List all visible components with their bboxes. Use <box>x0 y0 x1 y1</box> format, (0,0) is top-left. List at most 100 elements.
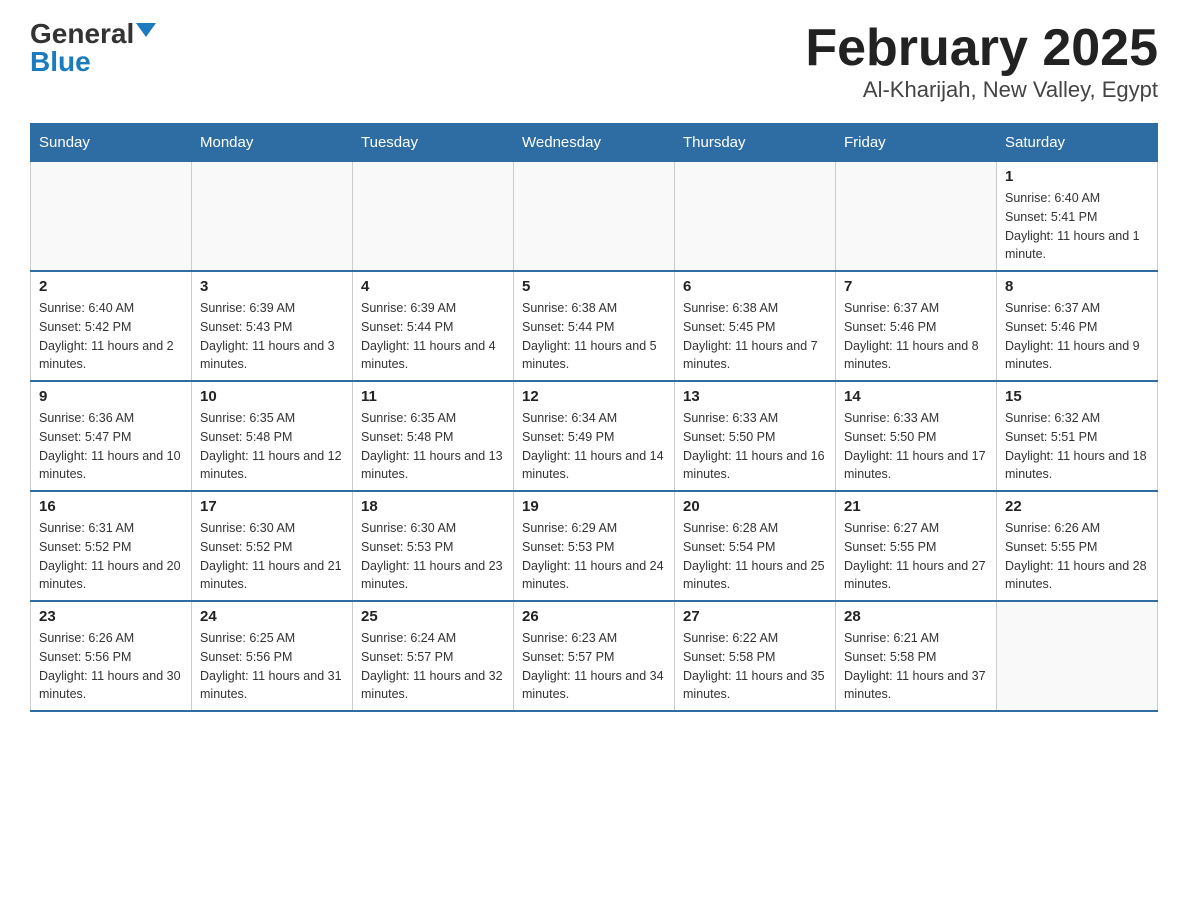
header-day: Monday <box>192 124 353 162</box>
calendar-cell <box>353 162 514 272</box>
calendar-cell: 21 Sunrise: 6:27 AMSunset: 5:55 PMDayligh… <box>836 491 997 601</box>
day-number: 21 <box>844 498 988 515</box>
day-number: 19 <box>522 498 666 515</box>
logo-text-blue: Blue <box>30 48 91 76</box>
logo-text-general: General <box>30 20 134 48</box>
calendar-cell: 13 Sunrise: 6:33 AMSunset: 5:50 PMDayligh… <box>675 381 836 491</box>
day-info: Sunrise: 6:35 AMSunset: 5:48 PMDaylight:… <box>361 409 505 484</box>
day-info: Sunrise: 6:29 AMSunset: 5:53 PMDaylight:… <box>522 519 666 594</box>
calendar-cell: 4 Sunrise: 6:39 AMSunset: 5:44 PMDaylight… <box>353 271 514 381</box>
calendar-cell: 28 Sunrise: 6:21 AMSunset: 5:58 PMDayligh… <box>836 601 997 711</box>
day-number: 20 <box>683 498 827 515</box>
day-info: Sunrise: 6:22 AMSunset: 5:58 PMDaylight:… <box>683 629 827 704</box>
calendar-cell: 6Sunrise: 6:38 AMSunset: 5:45 PMDaylight… <box>675 271 836 381</box>
day-number: 5 <box>522 278 666 295</box>
day-info: Sunrise: 6:32 AMSunset: 5:51 PMDaylight:… <box>1005 409 1149 484</box>
day-info: Sunrise: 6:30 AMSunset: 5:52 PMDaylight:… <box>200 519 344 594</box>
header-day: Sunday <box>31 124 192 162</box>
calendar-cell: 24 Sunrise: 6:25 AMSunset: 5:56 PMDayligh… <box>192 601 353 711</box>
day-number: 27 <box>683 608 827 625</box>
day-number: 22 <box>1005 498 1149 515</box>
header-day: Saturday <box>997 124 1158 162</box>
day-number: 12 <box>522 388 666 405</box>
calendar-cell: 5 Sunrise: 6:38 AMSunset: 5:44 PMDaylight… <box>514 271 675 381</box>
day-info: Sunrise: 6:34 AMSunset: 5:49 PMDaylight:… <box>522 409 666 484</box>
day-number: 10 <box>200 388 344 405</box>
day-number: 18 <box>361 498 505 515</box>
calendar-week-row: 23 Sunrise: 6:26 AMSunset: 5:56 PMDayligh… <box>31 601 1158 711</box>
day-info: Sunrise: 6:39 AMSunset: 5:44 PMDaylight:… <box>361 299 505 374</box>
day-number: 17 <box>200 498 344 515</box>
header-day: Wednesday <box>514 124 675 162</box>
day-info: Sunrise: 6:24 AMSunset: 5:57 PMDaylight:… <box>361 629 505 704</box>
calendar-cell <box>675 162 836 272</box>
calendar-cell <box>836 162 997 272</box>
calendar-header: SundayMondayTuesdayWednesdayThursdayFrid… <box>31 124 1158 162</box>
day-number: 1 <box>1005 168 1149 185</box>
header-day: Thursday <box>675 124 836 162</box>
calendar-cell <box>192 162 353 272</box>
day-number: 2 <box>39 278 183 295</box>
day-info: Sunrise: 6:21 AMSunset: 5:58 PMDaylight:… <box>844 629 988 704</box>
day-number: 3 <box>200 278 344 295</box>
day-number: 28 <box>844 608 988 625</box>
calendar-cell: 10 Sunrise: 6:35 AMSunset: 5:48 PMDayligh… <box>192 381 353 491</box>
calendar-cell: 7Sunrise: 6:37 AMSunset: 5:46 PMDaylight… <box>836 271 997 381</box>
day-info: Sunrise: 6:31 AMSunset: 5:52 PMDaylight:… <box>39 519 183 594</box>
day-info: Sunrise: 6:39 AMSunset: 5:43 PMDaylight:… <box>200 299 344 374</box>
calendar-week-row: 9Sunrise: 6:36 AMSunset: 5:47 PMDaylight… <box>31 381 1158 491</box>
day-info: Sunrise: 6:26 AMSunset: 5:56 PMDaylight:… <box>39 629 183 704</box>
day-info: Sunrise: 6:30 AMSunset: 5:53 PMDaylight:… <box>361 519 505 594</box>
calendar-cell: 3 Sunrise: 6:39 AMSunset: 5:43 PMDaylight… <box>192 271 353 381</box>
day-info: Sunrise: 6:37 AMSunset: 5:46 PMDaylight:… <box>844 299 988 374</box>
day-number: 15 <box>1005 388 1149 405</box>
calendar-cell <box>514 162 675 272</box>
header-day: Friday <box>836 124 997 162</box>
day-info: Sunrise: 6:33 AMSunset: 5:50 PMDaylight:… <box>683 409 827 484</box>
calendar-cell <box>997 601 1158 711</box>
calendar-cell: 20Sunrise: 6:28 AMSunset: 5:54 PMDayligh… <box>675 491 836 601</box>
calendar-cell: 26 Sunrise: 6:23 AMSunset: 5:57 PMDayligh… <box>514 601 675 711</box>
calendar-cell: 16Sunrise: 6:31 AMSunset: 5:52 PMDayligh… <box>31 491 192 601</box>
calendar-cell: 15 Sunrise: 6:32 AMSunset: 5:51 PMDayligh… <box>997 381 1158 491</box>
calendar-cell: 27 Sunrise: 6:22 AMSunset: 5:58 PMDayligh… <box>675 601 836 711</box>
day-number: 26 <box>522 608 666 625</box>
day-info: Sunrise: 6:35 AMSunset: 5:48 PMDaylight:… <box>200 409 344 484</box>
calendar-table: SundayMondayTuesdayWednesdayThursdayFrid… <box>30 123 1158 712</box>
calendar-cell <box>31 162 192 272</box>
calendar-cell: 1 Sunrise: 6:40 AMSunset: 5:41 PMDaylight… <box>997 162 1158 272</box>
calendar-cell: 8Sunrise: 6:37 AMSunset: 5:46 PMDaylight… <box>997 271 1158 381</box>
calendar-cell: 19 Sunrise: 6:29 AMSunset: 5:53 PMDayligh… <box>514 491 675 601</box>
calendar-cell: 23 Sunrise: 6:26 AMSunset: 5:56 PMDayligh… <box>31 601 192 711</box>
calendar-cell: 14Sunrise: 6:33 AMSunset: 5:50 PMDayligh… <box>836 381 997 491</box>
day-number: 6 <box>683 278 827 295</box>
day-info: Sunrise: 6:27 AMSunset: 5:55 PMDaylight:… <box>844 519 988 594</box>
calendar-cell: 17 Sunrise: 6:30 AMSunset: 5:52 PMDayligh… <box>192 491 353 601</box>
day-info: Sunrise: 6:23 AMSunset: 5:57 PMDaylight:… <box>522 629 666 704</box>
calendar-title: February 2025 <box>805 20 1158 77</box>
calendar-cell: 9Sunrise: 6:36 AMSunset: 5:47 PMDaylight… <box>31 381 192 491</box>
logo-triangle-icon <box>136 23 156 37</box>
day-number: 23 <box>39 608 183 625</box>
day-info: Sunrise: 6:25 AMSunset: 5:56 PMDaylight:… <box>200 629 344 704</box>
calendar-week-row: 2 Sunrise: 6:40 AMSunset: 5:42 PMDaylight… <box>31 271 1158 381</box>
day-number: 14 <box>844 388 988 405</box>
day-info: Sunrise: 6:38 AMSunset: 5:44 PMDaylight:… <box>522 299 666 374</box>
day-info: Sunrise: 6:40 AMSunset: 5:42 PMDaylight:… <box>39 299 183 374</box>
calendar-cell: 12 Sunrise: 6:34 AMSunset: 5:49 PMDayligh… <box>514 381 675 491</box>
day-number: 25 <box>361 608 505 625</box>
calendar-cell: 18 Sunrise: 6:30 AMSunset: 5:53 PMDayligh… <box>353 491 514 601</box>
logo: General Blue <box>30 20 156 76</box>
day-number: 13 <box>683 388 827 405</box>
day-number: 11 <box>361 388 505 405</box>
day-number: 24 <box>200 608 344 625</box>
calendar-week-row: 16Sunrise: 6:31 AMSunset: 5:52 PMDayligh… <box>31 491 1158 601</box>
title-block: February 2025 Al-Kharijah, New Valley, E… <box>805 20 1158 103</box>
day-number: 4 <box>361 278 505 295</box>
calendar-week-row: 1 Sunrise: 6:40 AMSunset: 5:41 PMDaylight… <box>31 162 1158 272</box>
header-day: Tuesday <box>353 124 514 162</box>
calendar-cell: 22Sunrise: 6:26 AMSunset: 5:55 PMDayligh… <box>997 491 1158 601</box>
calendar-body: 1 Sunrise: 6:40 AMSunset: 5:41 PMDaylight… <box>31 162 1158 712</box>
day-number: 8 <box>1005 278 1149 295</box>
day-info: Sunrise: 6:40 AMSunset: 5:41 PMDaylight:… <box>1005 189 1149 264</box>
